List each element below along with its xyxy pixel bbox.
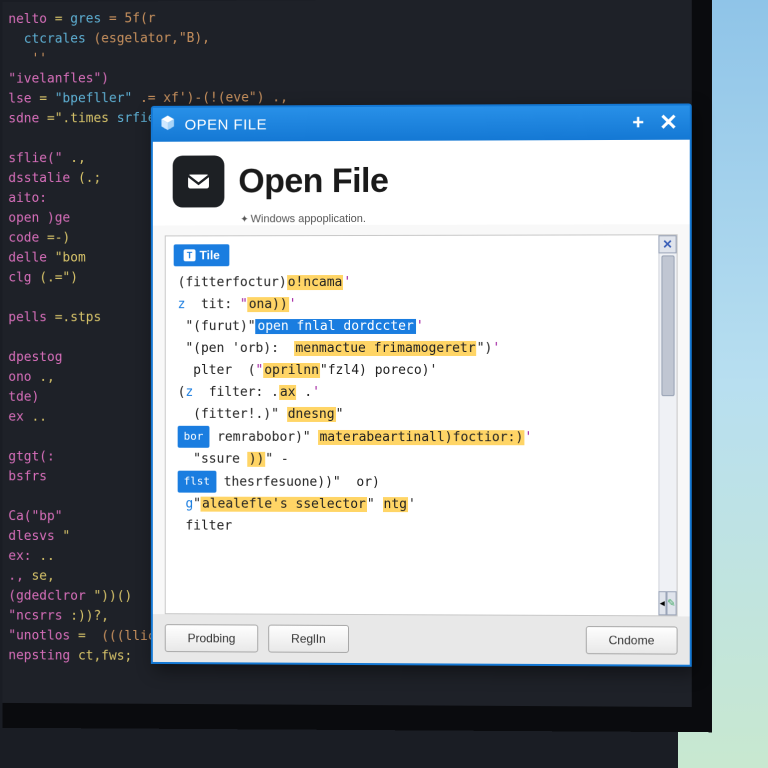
flag-icon[interactable]: ◂ (658, 591, 666, 615)
tab-label: Tile (200, 248, 220, 262)
tile-tab[interactable]: T Tile (174, 244, 230, 266)
cndome-button[interactable]: Cndome (585, 626, 677, 655)
pencil-icon[interactable]: ✎ (666, 591, 676, 615)
vertical-scrollbar[interactable] (658, 253, 676, 591)
titlebar-text: OPEN FILE (185, 116, 267, 133)
new-button[interactable]: + (623, 111, 653, 135)
code-listing[interactable]: (fitterfoctur)o!ncama' z tit: "ona))' "(… (174, 270, 657, 614)
scroll-footer-buttons: ◂ ✎ (658, 591, 676, 615)
dialog-titlebar[interactable]: OPEN FILE + ✕ (153, 105, 690, 141)
open-file-dialog: OPEN FILE + ✕ Open File ✦Windows appopli… (151, 103, 692, 666)
envelope-icon (173, 155, 225, 207)
scroll-close-icon[interactable]: ✕ (658, 235, 676, 253)
cube-icon (159, 113, 177, 136)
dialog-header: Open File (153, 140, 690, 214)
dialog-button-row: Prodbing ReglIn Cndome (153, 614, 690, 665)
dialog-content-area: ✕ ◂ ✎ T Tile (fitterfoctur)o!ncama' z ti… (165, 234, 678, 616)
reglin-button[interactable]: ReglIn (268, 625, 349, 653)
close-button[interactable]: ✕ (653, 111, 683, 135)
scrollbar-thumb[interactable] (661, 255, 674, 396)
monitor-frame: nelto = gres = 5f(r ctcrales (esgelator,… (2, 0, 712, 732)
dialog-heading: Open File (238, 161, 388, 200)
tab-t-icon: T (184, 249, 196, 261)
prodbing-button[interactable]: Prodbing (165, 624, 259, 652)
dialog-subtitle: ✦Windows appoplication. (153, 212, 690, 225)
